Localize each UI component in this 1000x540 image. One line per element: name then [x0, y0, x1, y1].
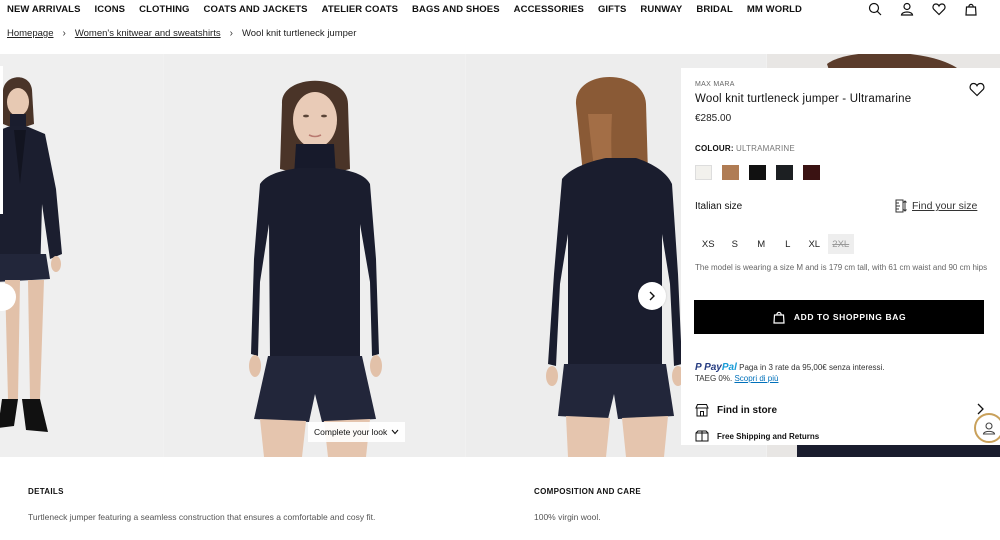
size-option-m[interactable]: M — [748, 234, 775, 254]
nav-item-gifts[interactable]: GIFTS — [598, 4, 626, 15]
bag-icon[interactable] — [964, 2, 978, 16]
swatch-charcoal[interactable] — [776, 165, 793, 180]
nav-item-bags-and-shoes[interactable]: BAGS AND SHOES — [412, 4, 500, 15]
bag-icon — [773, 311, 785, 324]
composition-text: 100% virgin wool. — [534, 512, 601, 522]
product-price: €285.00 — [695, 113, 732, 124]
nav-item-icons[interactable]: ICONS — [95, 4, 126, 15]
swatch-cream[interactable] — [695, 165, 712, 180]
chevron-right-icon — [649, 291, 655, 301]
header-actions — [868, 2, 978, 16]
details-text: Turtleneck jumper featuring a seamless c… — [28, 512, 376, 522]
chevron-right-icon: › — [229, 28, 233, 39]
breadcrumb: Homepage › Women's knitwear and sweatshi… — [7, 28, 356, 39]
nav-item-runway[interactable]: RUNWAY — [640, 4, 682, 15]
product-info-panel: MAX MARA Wool knit turtleneck jumper - U… — [681, 68, 1000, 445]
swatch-camel[interactable] — [722, 165, 739, 180]
find-in-store-button[interactable]: Find in store — [695, 402, 985, 418]
nav-item-bridal[interactable]: BRIDAL — [696, 4, 733, 15]
paypal-logo: P PayPal — [695, 362, 737, 373]
size-selector: XS S M L XL 2XL — [695, 234, 854, 254]
nav-item-new-arrivals[interactable]: NEW ARRIVALS — [7, 4, 81, 15]
brand-name: MAX MARA — [695, 81, 735, 88]
swatch-black[interactable] — [749, 165, 766, 180]
wishlist-icon[interactable] — [932, 2, 946, 16]
chevron-right-icon: › — [62, 28, 66, 39]
paypal-learn-more-link[interactable]: Scopri di più — [734, 374, 778, 383]
breadcrumb-current: Wool knit turtleneck jumper — [241, 28, 357, 39]
top-navigation: NEW ARRIVALS ICONS CLOTHING COATS AND JA… — [0, 0, 1000, 20]
nav-item-coats-and-jackets[interactable]: COATS AND JACKETS — [204, 4, 308, 15]
colour-label-key: COLOUR: — [695, 144, 734, 153]
composition-heading: COMPOSITION AND CARE — [534, 487, 642, 496]
account-icon[interactable] — [900, 2, 914, 16]
customer-service-button[interactable] — [974, 413, 1000, 443]
size-option-xs[interactable]: XS — [695, 234, 722, 254]
chevron-down-icon — [391, 429, 399, 435]
size-option-2xl[interactable]: 2XL — [827, 234, 854, 254]
search-icon[interactable] — [868, 2, 882, 16]
size-guide-icon — [895, 199, 907, 213]
complete-your-look-label: Complete your look — [314, 427, 388, 437]
size-option-l[interactable]: L — [775, 234, 802, 254]
add-to-bag-button[interactable]: ADD TO SHOPPING BAG — [694, 300, 984, 334]
details-heading: DETAILS — [28, 487, 64, 496]
nav-item-atelier-coats[interactable]: ATELIER COATS — [322, 4, 398, 15]
swatch-burgundy[interactable] — [803, 165, 820, 180]
model-size-note: The model is wearing a size M and is 179… — [695, 263, 988, 272]
add-to-bag-label: ADD TO SHOPPING BAG — [793, 312, 907, 322]
heart-icon[interactable] — [969, 82, 985, 97]
shipping-label: Free Shipping and Returns — [717, 431, 820, 441]
paypal-installments: P PayPal Paga in 3 rate da 95,00€ senza … — [695, 362, 985, 384]
complete-your-look-button[interactable]: Complete your look — [308, 422, 406, 442]
shipping-box-icon — [695, 430, 709, 442]
product-image-1[interactable] — [0, 54, 163, 457]
colour-label: COLOUR: ULTRAMARINE — [695, 144, 795, 153]
find-your-size-link[interactable]: Find your size — [893, 199, 977, 213]
find-your-size-label: Find your size — [912, 200, 978, 212]
paypal-text: Paga in 3 rate da 95,00€ senza interessi… — [739, 363, 885, 372]
size-option-xl[interactable]: XL — [801, 234, 828, 254]
nav-item-accessories[interactable]: ACCESSORIES — [514, 4, 584, 15]
product-image-2[interactable] — [164, 54, 465, 457]
size-label: Italian size — [695, 201, 743, 212]
product-title: Wool knit turtleneck jumper - Ultramarin… — [695, 93, 912, 105]
paypal-taeg: TAEG 0%. — [695, 374, 733, 383]
assistant-icon — [982, 422, 996, 435]
shipping-info[interactable]: Free Shipping and Returns — [695, 429, 819, 443]
nav-item-clothing[interactable]: CLOTHING — [139, 4, 189, 15]
store-icon — [695, 404, 709, 417]
nav-item-mm-world[interactable]: MM WORLD — [747, 4, 802, 15]
next-image-button[interactable] — [638, 282, 666, 310]
colour-label-value: ULTRAMARINE — [735, 144, 795, 153]
find-in-store-label: Find in store — [717, 404, 777, 416]
nav-menu: NEW ARRIVALS ICONS CLOTHING COATS AND JA… — [7, 4, 816, 15]
breadcrumb-category[interactable]: Women's knitwear and sweatshirts — [75, 28, 221, 39]
breadcrumb-home[interactable]: Homepage — [7, 28, 53, 39]
colour-swatches — [695, 165, 820, 180]
size-option-s[interactable]: S — [722, 234, 749, 254]
